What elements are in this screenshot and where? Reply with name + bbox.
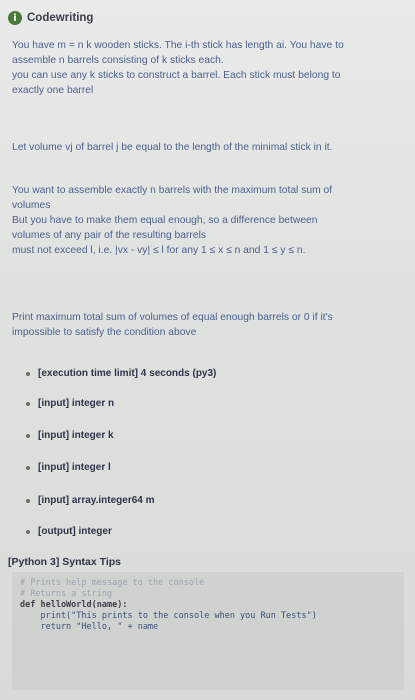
description-line: must not exceed l, i.e. |vx - vy| ≤ l fo… [12,245,306,256]
spec-text: [input] integer k [38,430,114,441]
code-line: print("This prints to the console when y… [20,611,317,621]
description-paragraph-3: You want to assemble exactly n barrels w… [12,183,332,258]
spec-text: [input] array.integer64 m [38,495,155,506]
spec-item: [input] integer n [26,398,114,409]
bullet-icon [26,529,30,534]
spec-item: [input] integer k [26,430,114,441]
info-icon: i [8,11,22,25]
spec-item: [output] integer [26,526,112,537]
task-page: i Codewriting You have m = n k wooden st… [0,0,415,700]
spec-text: [input] integer l [38,462,111,473]
description-paragraph-4: Print maximum total sum of volumes of eq… [12,310,333,340]
task-header: i Codewriting [8,8,93,28]
description-line: volumes of any pair of the resulting bar… [12,230,207,241]
description-line: Let volume vj of barrel j be equal to th… [12,142,333,153]
bullet-icon [26,465,30,470]
spec-text: [execution time limit] 4 seconds (py3) [38,368,217,379]
spec-item: [execution time limit] 4 seconds (py3) [26,368,216,379]
syntax-tips-title: [Python 3] Syntax Tips [8,556,121,568]
code-line: def helloWorld(name): [20,600,128,610]
bullet-icon [26,498,30,503]
description-paragraph-2: Let volume vj of barrel j be equal to th… [12,140,333,155]
bullet-icon [26,371,30,376]
bullet-icon [26,401,30,406]
description-line: volumes [12,200,51,211]
bullet-icon [26,433,30,438]
description-paragraph-1: You have m = n k wooden sticks. The i-th… [12,38,344,98]
description-line: exactly one barrel [12,85,94,96]
description-line: assemble n barrels consisting of k stick… [12,55,224,66]
description-line: you can use any k sticks to construct a … [12,70,341,81]
description-line: But you have to make them equal enough, … [12,215,318,226]
syntax-tips-code: # Prints help message to the console # R… [12,572,404,690]
spec-item: [input] array.integer64 m [26,495,155,506]
description-line: You have m = n k wooden sticks. The i-th… [12,40,344,51]
description-line: Print maximum total sum of volumes of eq… [12,312,333,323]
code-line: return "Hello, " + name [20,622,159,632]
spec-text: [output] integer [38,526,112,537]
spec-text: [input] integer n [38,398,115,409]
code-line: # Returns a string [20,589,113,599]
description-line: impossible to satisfy the condition abov… [12,327,197,338]
code-line: # Prints help message to the console [20,578,205,588]
task-title: Codewriting [27,12,94,24]
description-line: You want to assemble exactly n barrels w… [12,185,333,196]
spec-item: [input] integer l [26,462,111,473]
